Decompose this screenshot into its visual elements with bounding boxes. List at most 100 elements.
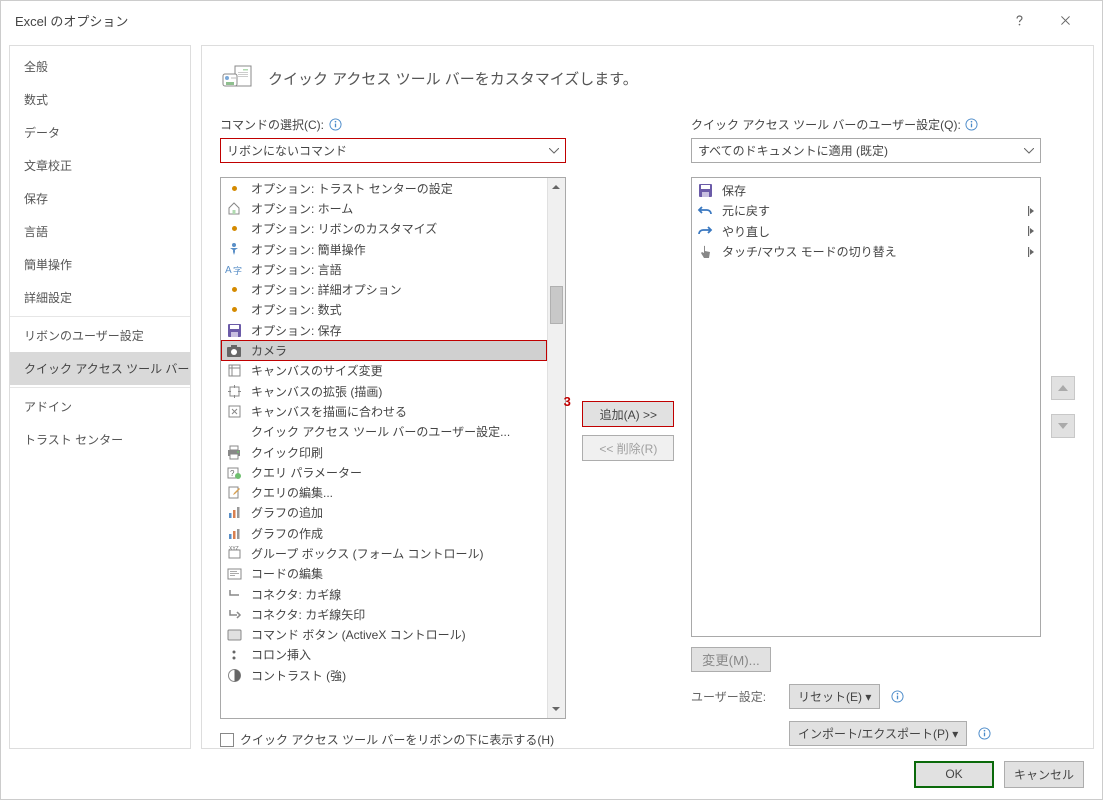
query-param-icon: ? xyxy=(225,463,243,481)
list-item[interactable]: XYZグループ ボックス (フォーム コントロール) xyxy=(221,543,547,563)
sidebar-item-data[interactable]: データ xyxy=(10,116,190,149)
help-icon[interactable] xyxy=(996,1,1042,39)
expand-icon xyxy=(225,382,243,400)
list-item[interactable]: クエリの編集... xyxy=(221,482,547,502)
colon-icon xyxy=(225,646,243,664)
chevron-down-icon xyxy=(1024,148,1034,154)
info-icon[interactable] xyxy=(977,727,991,741)
list-item[interactable]: カメラ xyxy=(221,340,547,360)
save-icon xyxy=(696,181,714,199)
list-item[interactable]: コードの編集 xyxy=(221,564,547,584)
list-item[interactable]: コネクタ: カギ線 xyxy=(221,584,547,604)
move-up-button[interactable] xyxy=(1051,376,1075,400)
choose-commands-label: コマンドの選択(C): xyxy=(220,116,324,133)
query-edit-icon xyxy=(225,484,243,502)
chart-add-icon xyxy=(225,504,243,522)
annotation-3: 3 xyxy=(564,394,571,409)
sidebar-item-addins[interactable]: アドイン xyxy=(10,390,190,423)
qat-item[interactable]: 保存 xyxy=(692,180,1040,201)
connector-elbow-icon xyxy=(225,585,243,603)
list-item-label: オプション: リボンのカスタマイズ xyxy=(251,220,437,237)
import-export-dropdown[interactable]: インポート/エクスポート(P) ▾ xyxy=(789,721,967,746)
list-item-label: グラフの追加 xyxy=(251,504,323,521)
submenu-arrow-icon xyxy=(1022,226,1040,236)
list-item[interactable]: ?クエリ パラメーター xyxy=(221,462,547,482)
list-item[interactable]: オプション: 数式 xyxy=(221,300,547,320)
language-icon: A字 xyxy=(225,260,243,278)
accessibility-icon xyxy=(225,240,243,258)
sidebar-item-ease[interactable]: 簡単操作 xyxy=(10,248,190,281)
cancel-button[interactable]: キャンセル xyxy=(1004,761,1084,788)
contrast-icon xyxy=(225,666,243,684)
list-item[interactable]: コネクタ: カギ線矢印 xyxy=(221,604,547,624)
modify-button[interactable]: 変更(M)... xyxy=(691,647,771,672)
list-item[interactable]: コントラスト (強) xyxy=(221,665,547,685)
info-icon[interactable] xyxy=(965,117,979,131)
scroll-up-button[interactable] xyxy=(548,178,565,196)
list-item[interactable]: グラフの作成 xyxy=(221,523,547,543)
list-item[interactable]: オプション: リボンのカスタマイズ xyxy=(221,219,547,239)
remove-button[interactable]: << 削除(R) xyxy=(582,435,674,461)
info-icon[interactable] xyxy=(328,117,342,131)
list-item[interactable]: クイック アクセス ツール バーのユーザー設定... xyxy=(221,422,547,442)
add-button[interactable]: 追加(A) >> xyxy=(582,401,674,427)
reset-dropdown[interactable]: リセット(E) ▾ xyxy=(789,684,880,709)
svg-text:字: 字 xyxy=(233,265,242,276)
list-item[interactable]: グラフの追加 xyxy=(221,503,547,523)
scroll-thumb[interactable] xyxy=(550,286,563,324)
list-item-label: コネクタ: カギ線矢印 xyxy=(251,606,365,623)
list-item[interactable]: キャンバスの拡張 (描画) xyxy=(221,381,547,401)
list-item[interactable]: コロン挿入 xyxy=(221,645,547,665)
sidebar-item-save[interactable]: 保存 xyxy=(10,182,190,215)
move-down-button[interactable] xyxy=(1051,414,1075,438)
sidebar-item-language[interactable]: 言語 xyxy=(10,215,190,248)
sidebar-item-ribbon[interactable]: リボンのユーザー設定 xyxy=(10,319,190,352)
scrollbar[interactable] xyxy=(547,178,565,718)
ok-button[interactable]: OK xyxy=(914,761,994,788)
show-below-ribbon-checkbox[interactable] xyxy=(220,733,234,747)
options-sidebar: 全般 数式 データ 文章校正 保存 言語 簡単操作 詳細設定 リボンのユーザー設… xyxy=(9,45,191,749)
close-icon[interactable] xyxy=(1042,1,1088,39)
window-title: Excel のオプション xyxy=(15,11,996,30)
list-item[interactable]: コマンド ボタン (ActiveX コントロール) xyxy=(221,625,547,645)
page-heading: クイック アクセス ツール バーをカスタマイズします。 xyxy=(268,68,638,89)
current-qat-list[interactable]: 保存元に戻すやり直しタッチ/マウス モードの切り替え xyxy=(691,177,1041,637)
list-item-label: グラフの作成 xyxy=(251,525,323,542)
sidebar-item-formulas[interactable]: 数式 xyxy=(10,83,190,116)
list-item-label: コントラスト (強) xyxy=(251,667,346,684)
resize-icon xyxy=(225,362,243,380)
info-icon[interactable] xyxy=(890,690,904,704)
sidebar-item-advanced[interactable]: 詳細設定 xyxy=(10,281,190,314)
list-item[interactable]: オプション: トラスト センターの設定 xyxy=(221,178,547,198)
list-item[interactable]: オプション: 簡単操作 xyxy=(221,239,547,259)
sidebar-item-trust[interactable]: トラスト センター xyxy=(10,423,190,456)
available-commands-list[interactable]: オプション: トラスト センターの設定オプション: ホームオプション: リボンの… xyxy=(220,177,566,719)
qat-item[interactable]: タッチ/マウス モードの切り替え xyxy=(692,242,1040,263)
user-settings-label: ユーザー設定: xyxy=(691,688,779,705)
qat-item[interactable]: やり直し xyxy=(692,221,1040,242)
scroll-down-button[interactable] xyxy=(548,700,565,718)
list-item-label: コネクタ: カギ線 xyxy=(251,586,341,603)
list-item-label: オプション: 簡単操作 xyxy=(251,241,366,258)
fit-icon xyxy=(225,402,243,420)
sidebar-item-qat[interactable]: クイック アクセス ツール バー xyxy=(10,352,190,385)
sidebar-item-proofing[interactable]: 文章校正 xyxy=(10,149,190,182)
list-item[interactable]: A字オプション: 言語 xyxy=(221,259,547,279)
list-item-label: キャンバスを描画に合わせる xyxy=(251,403,407,420)
list-item[interactable]: キャンバスのサイズ変更 xyxy=(221,361,547,381)
list-item[interactable]: オプション: 詳細オプション xyxy=(221,279,547,299)
list-item-label: コードの編集 xyxy=(251,565,323,582)
sidebar-item-general[interactable]: 全般 xyxy=(10,50,190,83)
list-item[interactable]: クイック印刷 xyxy=(221,442,547,462)
qat-item[interactable]: 元に戻す xyxy=(692,201,1040,222)
svg-text:A: A xyxy=(225,265,232,276)
undo-icon xyxy=(696,202,714,220)
list-item[interactable]: キャンバスを描画に合わせる xyxy=(221,401,547,421)
groupbox-icon: XYZ xyxy=(225,544,243,562)
choose-commands-combo[interactable]: リボンにないコマンド xyxy=(220,138,566,163)
blank-icon xyxy=(225,423,243,441)
bullet-icon xyxy=(225,179,243,197)
list-item[interactable]: オプション: 保存 xyxy=(221,320,547,340)
customize-scope-combo[interactable]: すべてのドキュメントに適用 (既定) xyxy=(691,138,1041,163)
list-item[interactable]: オプション: ホーム xyxy=(221,198,547,218)
